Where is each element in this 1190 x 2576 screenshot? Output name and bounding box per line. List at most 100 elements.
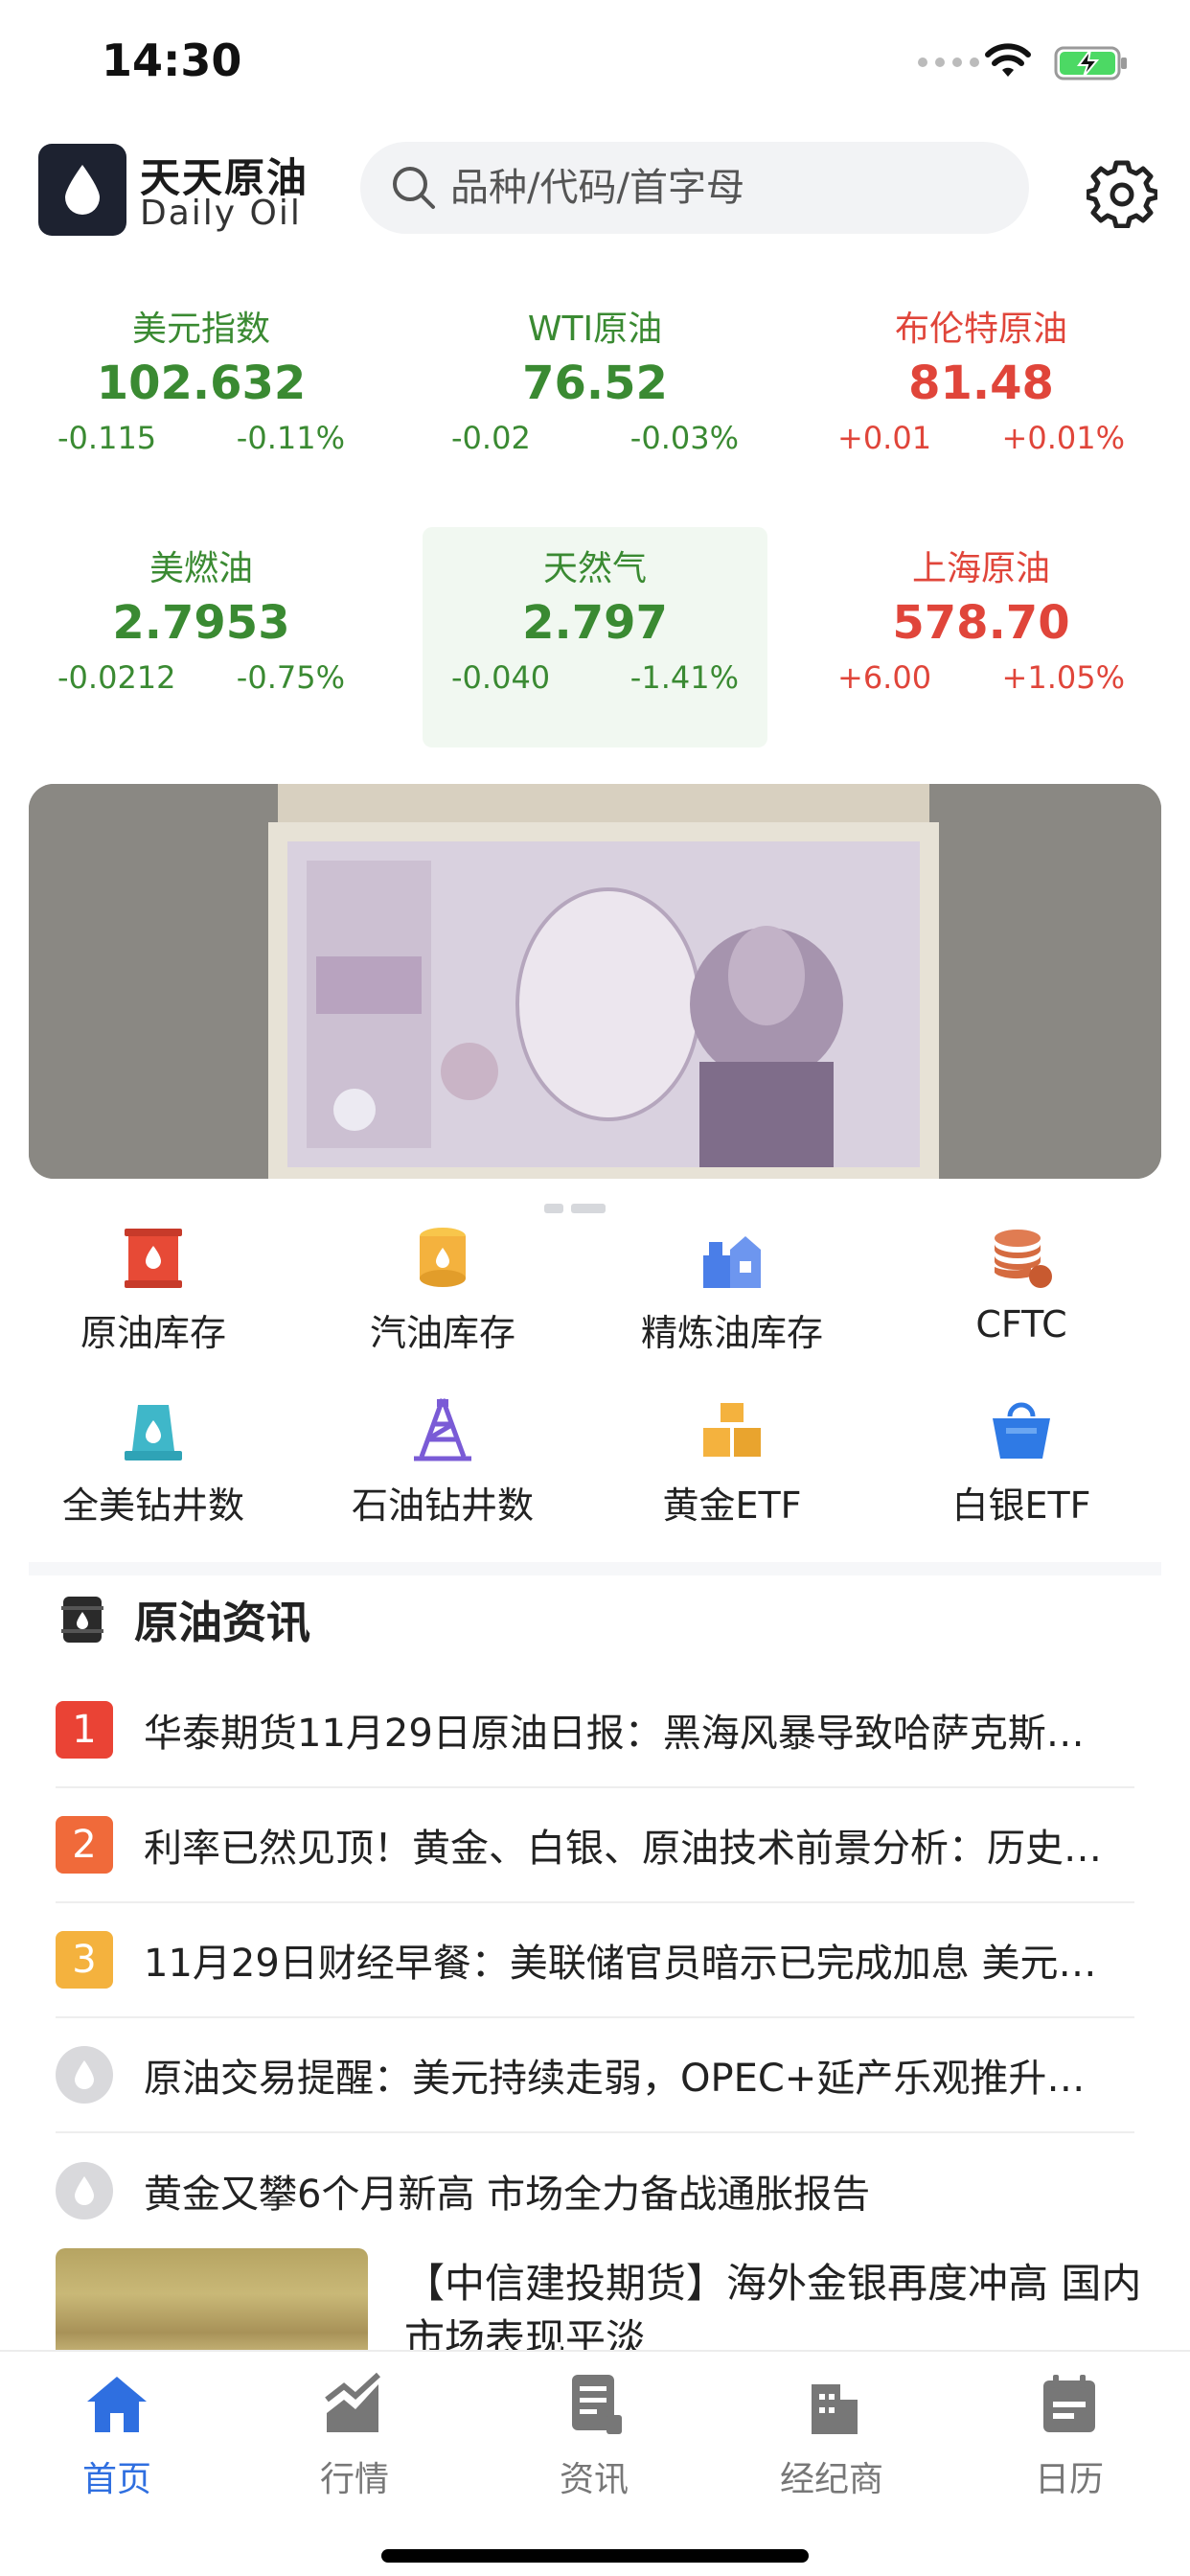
shortcut-oil-rig-count[interactable]: 石油钻井数 — [318, 1395, 567, 1529]
refinery-icon — [703, 1236, 761, 1288]
app-logo — [38, 144, 126, 236]
drilling-well-icon — [125, 1405, 182, 1460]
tab-label: 行情 — [319, 2460, 389, 2499]
gasoline-drum-icon — [420, 1228, 466, 1287]
quote-percent: +1.05% — [1001, 659, 1125, 696]
oil-drop-icon — [56, 2162, 113, 2220]
shortcut-gasoline-inventory[interactable]: 汽油库存 — [318, 1223, 567, 1356]
tab-brokers[interactable]: 经纪商 — [736, 2371, 927, 2501]
quote-change: -0.0212 — [57, 659, 176, 696]
home-indicator — [381, 2549, 809, 2563]
news-item[interactable]: 1 华泰期货11月29日原油日报：黑海风暴导致哈萨克斯坦原油出口受阻 — [56, 1673, 1134, 1788]
quote-change: -0.115 — [57, 420, 157, 456]
search-input[interactable] — [450, 166, 987, 210]
tab-label: 首页 — [81, 2460, 151, 2499]
cellular-signal-icon — [918, 58, 979, 67]
quote-percent: -0.11% — [236, 420, 345, 456]
quote-percent: +0.01% — [1001, 420, 1125, 456]
app-header: 天天原油 Daily Oil — [0, 134, 1190, 249]
quote-change: +6.00 — [837, 659, 932, 696]
news-title: 华泰期货11月29日原油日报：黑海风暴导致哈萨克斯坦原油出口受阻 — [144, 1712, 1102, 1756]
rank-badge: 1 — [56, 1701, 113, 1759]
quote-card-heating-oil[interactable]: 美燃油 2.7953 -0.0212 -0.75% — [29, 527, 374, 748]
shortcut-label: 精炼油库存 — [640, 1312, 823, 1354]
quote-name: 美元指数 — [131, 310, 270, 349]
shortcut-crude-inventory[interactable]: 原油库存 — [29, 1223, 278, 1356]
news-section-header: 原油资讯 — [57, 1581, 310, 1658]
quote-change: +0.01 — [837, 420, 932, 456]
featured-news-thumbnail — [56, 2248, 368, 2354]
quote-change: -0.02 — [451, 420, 531, 456]
quote-price: 2.797 — [522, 596, 668, 650]
quote-name: 上海原油 — [911, 549, 1050, 588]
oil-barrel-icon — [125, 1229, 182, 1288]
search-bar[interactable] — [360, 142, 1029, 234]
news-title: 利率已然见顶！黄金、白银、原油技术前景分析：历史性突破 — [144, 1827, 1102, 1871]
quote-price: 2.7953 — [112, 596, 290, 650]
news-title: 黄金又攀6个月新高 市场全力备战通胀报告 — [144, 2173, 871, 2217]
home-icon — [87, 2377, 147, 2432]
shortcut-refined-inventory[interactable]: 精炼油库存 — [607, 1223, 857, 1356]
banknote-photo — [29, 784, 1161, 1179]
battery-charging-icon — [1054, 46, 1127, 80]
shortcut-label: CFTC — [975, 1303, 1067, 1346]
tab-news[interactable]: 资讯 — [498, 2371, 690, 2501]
app-name-en: Daily Oil — [140, 194, 302, 233]
tab-calendar[interactable]: 日历 — [973, 2371, 1165, 2501]
quote-card-usd-index[interactable]: 美元指数 102.632 -0.115 -0.11% — [29, 288, 374, 508]
tab-home[interactable]: 首页 — [21, 2371, 213, 2501]
quote-card-wti[interactable]: WTI原油 76.52 -0.02 -0.03% — [423, 288, 767, 508]
shortcut-label: 黄金ETF — [662, 1484, 802, 1527]
shortcut-us-rig-count[interactable]: 全美钻井数 — [29, 1395, 278, 1529]
quote-card-shanghai-crude[interactable]: 上海原油 578.70 +6.00 +1.05% — [809, 527, 1154, 748]
search-icon — [393, 167, 435, 209]
status-time: 14:30 — [102, 34, 242, 86]
shortcut-label: 全美钻井数 — [61, 1484, 244, 1527]
oil-rig-icon — [414, 1398, 471, 1461]
quote-name: 美燃油 — [149, 549, 253, 588]
shortcut-label: 白银ETF — [951, 1484, 1091, 1527]
quote-percent: -0.75% — [236, 659, 345, 696]
news-item[interactable]: 黄金又攀6个月新高 市场全力备战通胀报告 — [56, 2133, 1134, 2248]
news-item[interactable]: 3 11月29日财经早餐：美联储官员暗示已完成加息 美元持续走弱 — [56, 1903, 1134, 2018]
quote-name: 天然气 — [542, 549, 647, 588]
news-document-icon — [572, 2375, 622, 2434]
wifi-icon — [985, 43, 1031, 77]
featured-news-card[interactable]: 【中信建投期货】海外金银再度冲高 国内市场表现平淡 — [56, 2248, 1167, 2354]
news-item[interactable]: 原油交易提醒：美元持续走弱，OPEC+延产乐观推升油价 — [56, 2018, 1134, 2133]
shortcut-label: 石油钻井数 — [351, 1484, 534, 1527]
quote-percent: -1.41% — [629, 659, 739, 696]
quote-price: 578.70 — [892, 596, 1070, 650]
shortcut-grid: 原油库存 汽油库存 精炼油库存 CFTC 全美钻井数 石油钻井数 黄金ETF 白… — [29, 1223, 1161, 1549]
promo-banner[interactable] — [29, 784, 1161, 1179]
status-bar: 14:30 — [0, 0, 1190, 126]
market-chart-icon — [325, 2372, 381, 2432]
silver-basket-icon — [993, 1402, 1050, 1459]
rank-badge: 2 — [56, 1816, 113, 1874]
shortcut-silver-etf[interactable]: 白银ETF — [897, 1395, 1146, 1529]
quote-name: 布伦特原油 — [894, 310, 1067, 349]
tab-label: 经纪商 — [779, 2460, 883, 2499]
settings-gear-icon[interactable] — [1087, 157, 1157, 228]
shortcut-cftc[interactable]: CFTC — [897, 1223, 1146, 1346]
quote-price: 81.48 — [908, 356, 1054, 410]
tab-market[interactable]: 行情 — [259, 2371, 450, 2501]
coin-stack-icon — [995, 1230, 1052, 1288]
oil-drop-icon — [65, 165, 100, 215]
news-section-title: 原油资讯 — [134, 1597, 310, 1648]
news-item[interactable]: 2 利率已然见顶！黄金、白银、原油技术前景分析：历史性突破 — [56, 1788, 1134, 1903]
calendar-icon — [1043, 2375, 1095, 2432]
news-title: 原油交易提醒：美元持续走弱，OPEC+延产乐观推升油价 — [144, 2057, 1102, 2101]
market-quotes: 美元指数 102.632 -0.115 -0.11% WTI原油 76.52 -0… — [29, 288, 1161, 767]
oil-drop-icon — [56, 2046, 113, 2104]
rank-badge: 3 — [56, 1931, 113, 1989]
quote-percent: -0.03% — [629, 420, 739, 456]
shortcut-gold-etf[interactable]: 黄金ETF — [607, 1395, 857, 1529]
quote-card-natural-gas[interactable]: 天然气 2.797 -0.040 -1.41% — [423, 527, 767, 748]
featured-news-title: 【中信建投期货】海外金银再度冲高 国内市场表现平淡 — [404, 2260, 1142, 2354]
quote-price: 76.52 — [522, 356, 668, 410]
gold-bars-icon — [703, 1403, 761, 1457]
quote-card-brent[interactable]: 布伦特原油 81.48 +0.01 +0.01% — [809, 288, 1154, 508]
quote-price: 102.632 — [96, 356, 307, 410]
shortcut-label: 原油库存 — [80, 1312, 226, 1354]
